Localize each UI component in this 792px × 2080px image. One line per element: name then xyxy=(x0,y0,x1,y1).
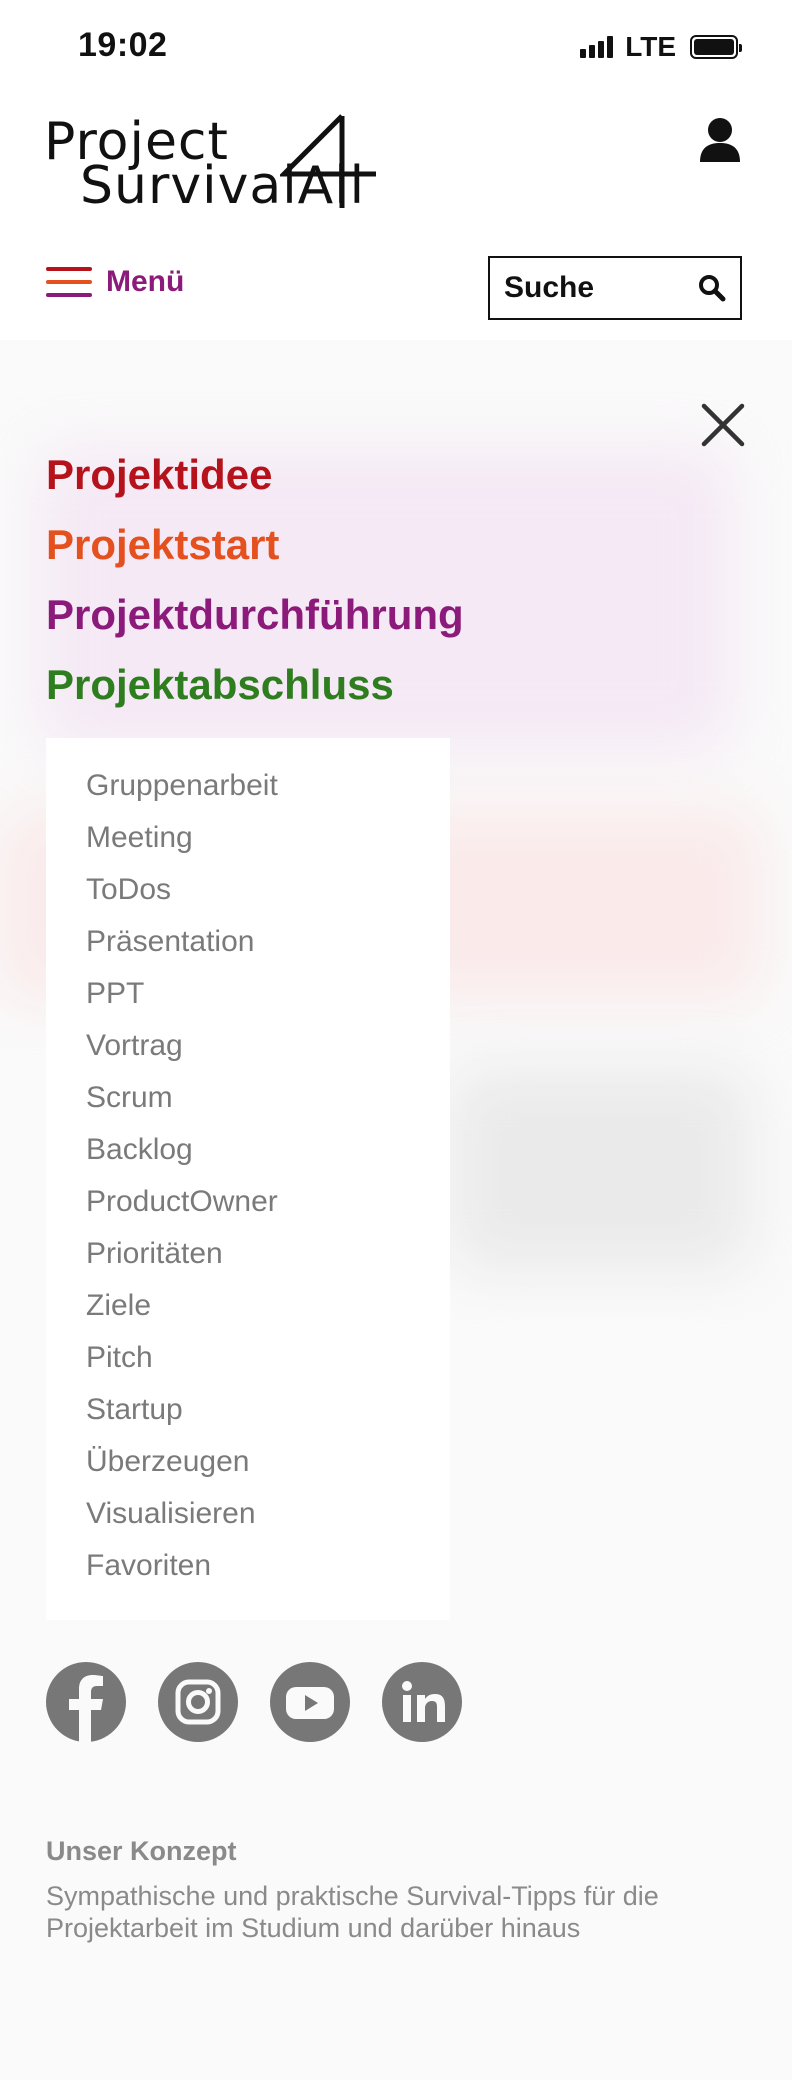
site-logo[interactable]: Project SurvivalAll xyxy=(44,112,414,212)
signal-icon xyxy=(580,36,614,58)
submenu-item[interactable]: Vortrag xyxy=(86,1020,450,1072)
battery-icon xyxy=(690,35,742,59)
search-box[interactable]: Suche xyxy=(488,256,742,320)
hamburger-icon xyxy=(46,267,92,297)
user-icon[interactable] xyxy=(698,116,742,164)
phase-link-projektabschluss[interactable]: Projektabschluss xyxy=(46,650,464,720)
submenu-item[interactable]: Visualisieren xyxy=(86,1488,450,1540)
phase-link-projektdurchfuehrung[interactable]: Projektdurchführung xyxy=(46,580,464,650)
network-label: LTE xyxy=(625,31,676,62)
menu-overlay: Projektidee Projektstart Projektdurchfüh… xyxy=(0,340,792,2080)
close-icon[interactable] xyxy=(700,402,746,448)
status-indicators: LTE xyxy=(580,31,742,62)
phase-link-projektstart[interactable]: Projektstart xyxy=(46,510,464,580)
facebook-icon[interactable] xyxy=(46,1662,126,1742)
menu-label: Menü xyxy=(106,265,185,298)
status-time: 19:02 xyxy=(78,26,168,64)
submenu-item[interactable]: ProductOwner xyxy=(86,1176,450,1228)
instagram-icon[interactable] xyxy=(158,1662,238,1742)
submenu-item[interactable]: Überzeugen xyxy=(86,1436,450,1488)
submenu-item[interactable]: Meeting xyxy=(86,812,450,864)
submenu-item[interactable]: Präsentation xyxy=(86,916,450,968)
submenu-item[interactable]: Gruppenarbeit xyxy=(86,760,450,812)
submenu-item[interactable]: ToDos xyxy=(86,864,450,916)
submenu-item[interactable]: Scrum xyxy=(86,1072,450,1124)
youtube-icon[interactable] xyxy=(270,1662,350,1742)
submenu-item[interactable]: Ziele xyxy=(86,1280,450,1332)
social-links xyxy=(46,1662,462,1742)
search-icon[interactable] xyxy=(698,274,726,302)
phase-nav: Projektidee Projektstart Projektdurchfüh… xyxy=(46,440,464,720)
tag-submenu: Gruppenarbeit Meeting ToDos Präsentation… xyxy=(46,738,450,1620)
submenu-item[interactable]: Startup xyxy=(86,1384,450,1436)
linkedin-icon[interactable] xyxy=(382,1662,462,1742)
submenu-item[interactable]: Favoriten xyxy=(86,1540,450,1592)
search-label: Suche xyxy=(504,271,595,304)
submenu-item[interactable]: Prioritäten xyxy=(86,1228,450,1280)
logo-four-glyph xyxy=(280,114,376,208)
submenu-item[interactable]: PPT xyxy=(86,968,450,1020)
submenu-item[interactable]: Backlog xyxy=(86,1124,450,1176)
submenu-item[interactable]: Pitch xyxy=(86,1332,450,1384)
concept-title: Unser Konzept xyxy=(46,1836,237,1866)
concept-text: Sympathische und praktische Survival-Tip… xyxy=(46,1881,659,1943)
phase-link-projektidee[interactable]: Projektidee xyxy=(46,440,464,510)
site-header: Project SurvivalAll Menü Suche xyxy=(0,90,792,340)
status-bar: 19:02 LTE xyxy=(0,0,792,90)
menu-toggle-button[interactable]: Menü xyxy=(46,262,184,302)
